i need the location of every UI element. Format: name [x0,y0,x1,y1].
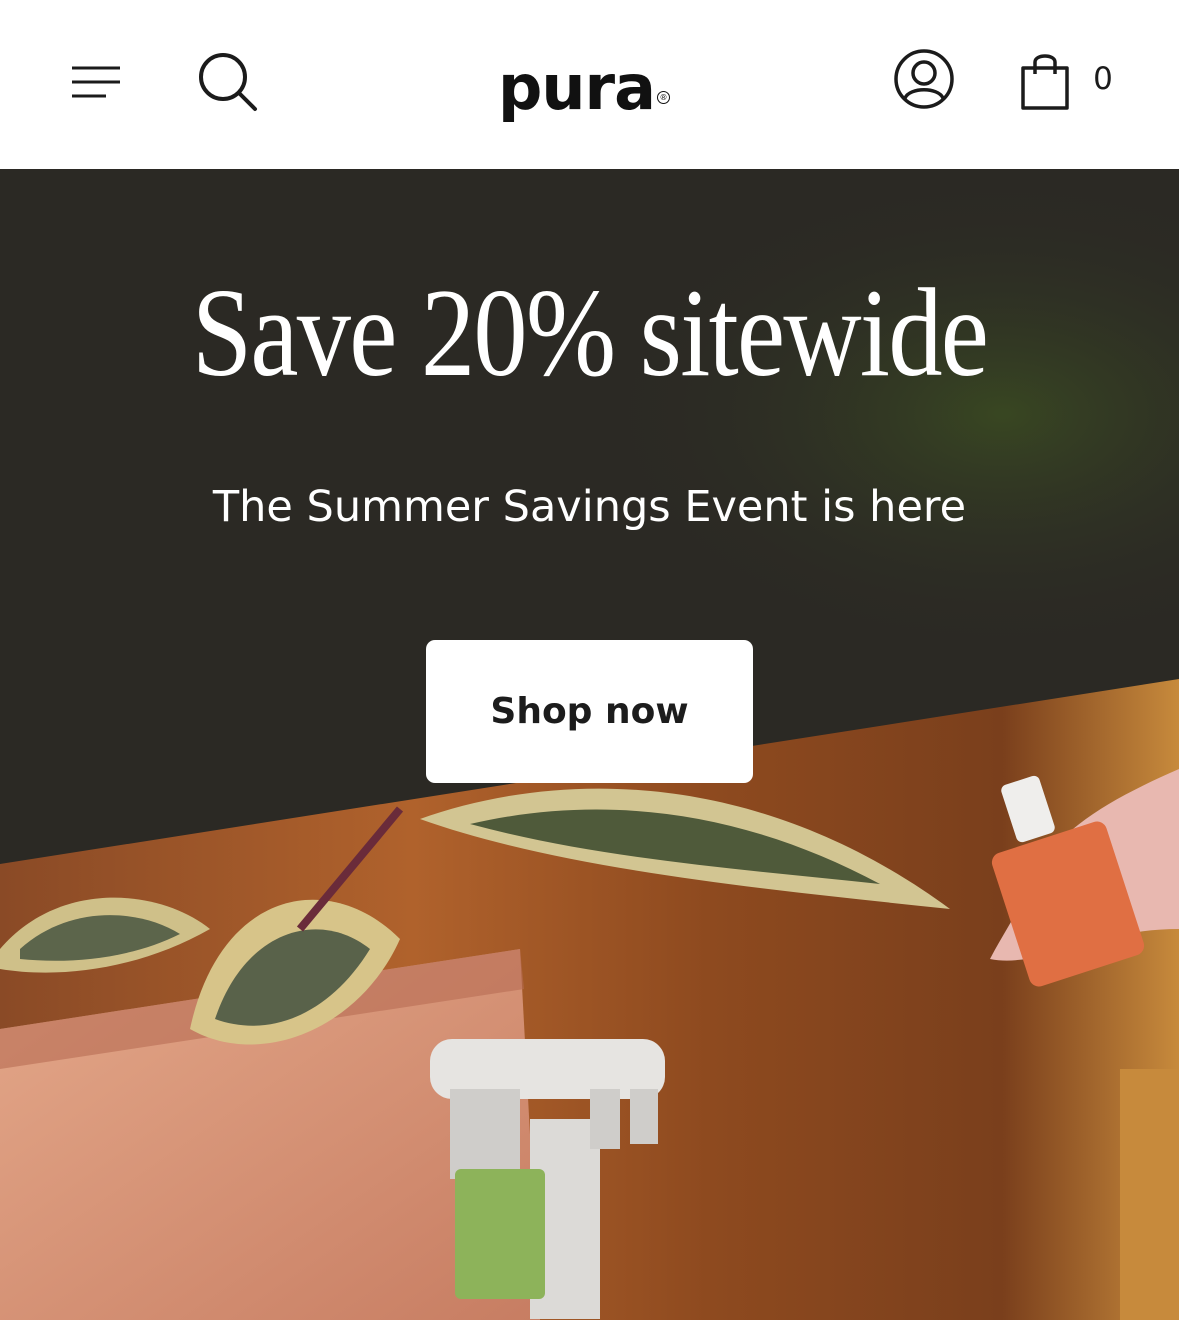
shop-now-button[interactable]: Shop now [426,640,753,783]
bottom-sheet-edge [0,1320,1179,1342]
hero-title: Save 20% sitewide [191,264,989,403]
brand-logo[interactable]: pura ® [498,40,684,120]
cart-button[interactable] [1010,44,1080,116]
menu-icon [72,66,120,98]
shopping-bag-icon [1021,54,1069,110]
page: pura ® 0 Save 20% sitewide The Summer Sa… [0,0,1179,1342]
search-icon [199,53,257,111]
site-header: pura ® 0 [0,0,1179,169]
registered-mark: ® [656,91,670,104]
hero-subtitle: The Summer Savings Event is here [212,482,967,532]
search-button[interactable] [190,44,266,120]
hero-banner: Save 20% sitewide The Summer Savings Eve… [0,169,1179,1320]
menu-button[interactable] [62,52,130,112]
cart-count-badge: 0 [1093,61,1113,97]
account-button[interactable] [886,41,962,117]
brand-name: pura [498,51,656,124]
account-icon [894,49,954,109]
